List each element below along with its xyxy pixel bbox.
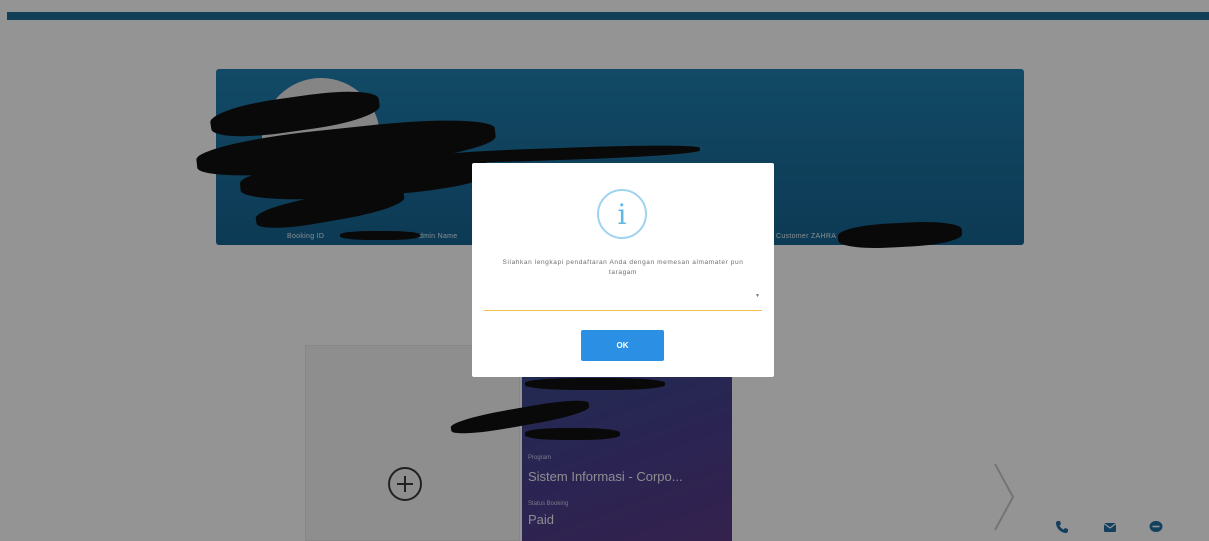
almamater-select[interactable]: ▼ xyxy=(484,284,762,311)
caret-down-icon: ▼ xyxy=(755,293,760,299)
dialog-message: Silahkan lengkapi pendaftaran Anda denga… xyxy=(502,259,744,276)
info-dialog: i Silahkan lengkapi pendaftaran Anda den… xyxy=(472,163,774,377)
ok-button[interactable]: OK xyxy=(581,330,664,361)
info-icon: i xyxy=(597,189,647,239)
